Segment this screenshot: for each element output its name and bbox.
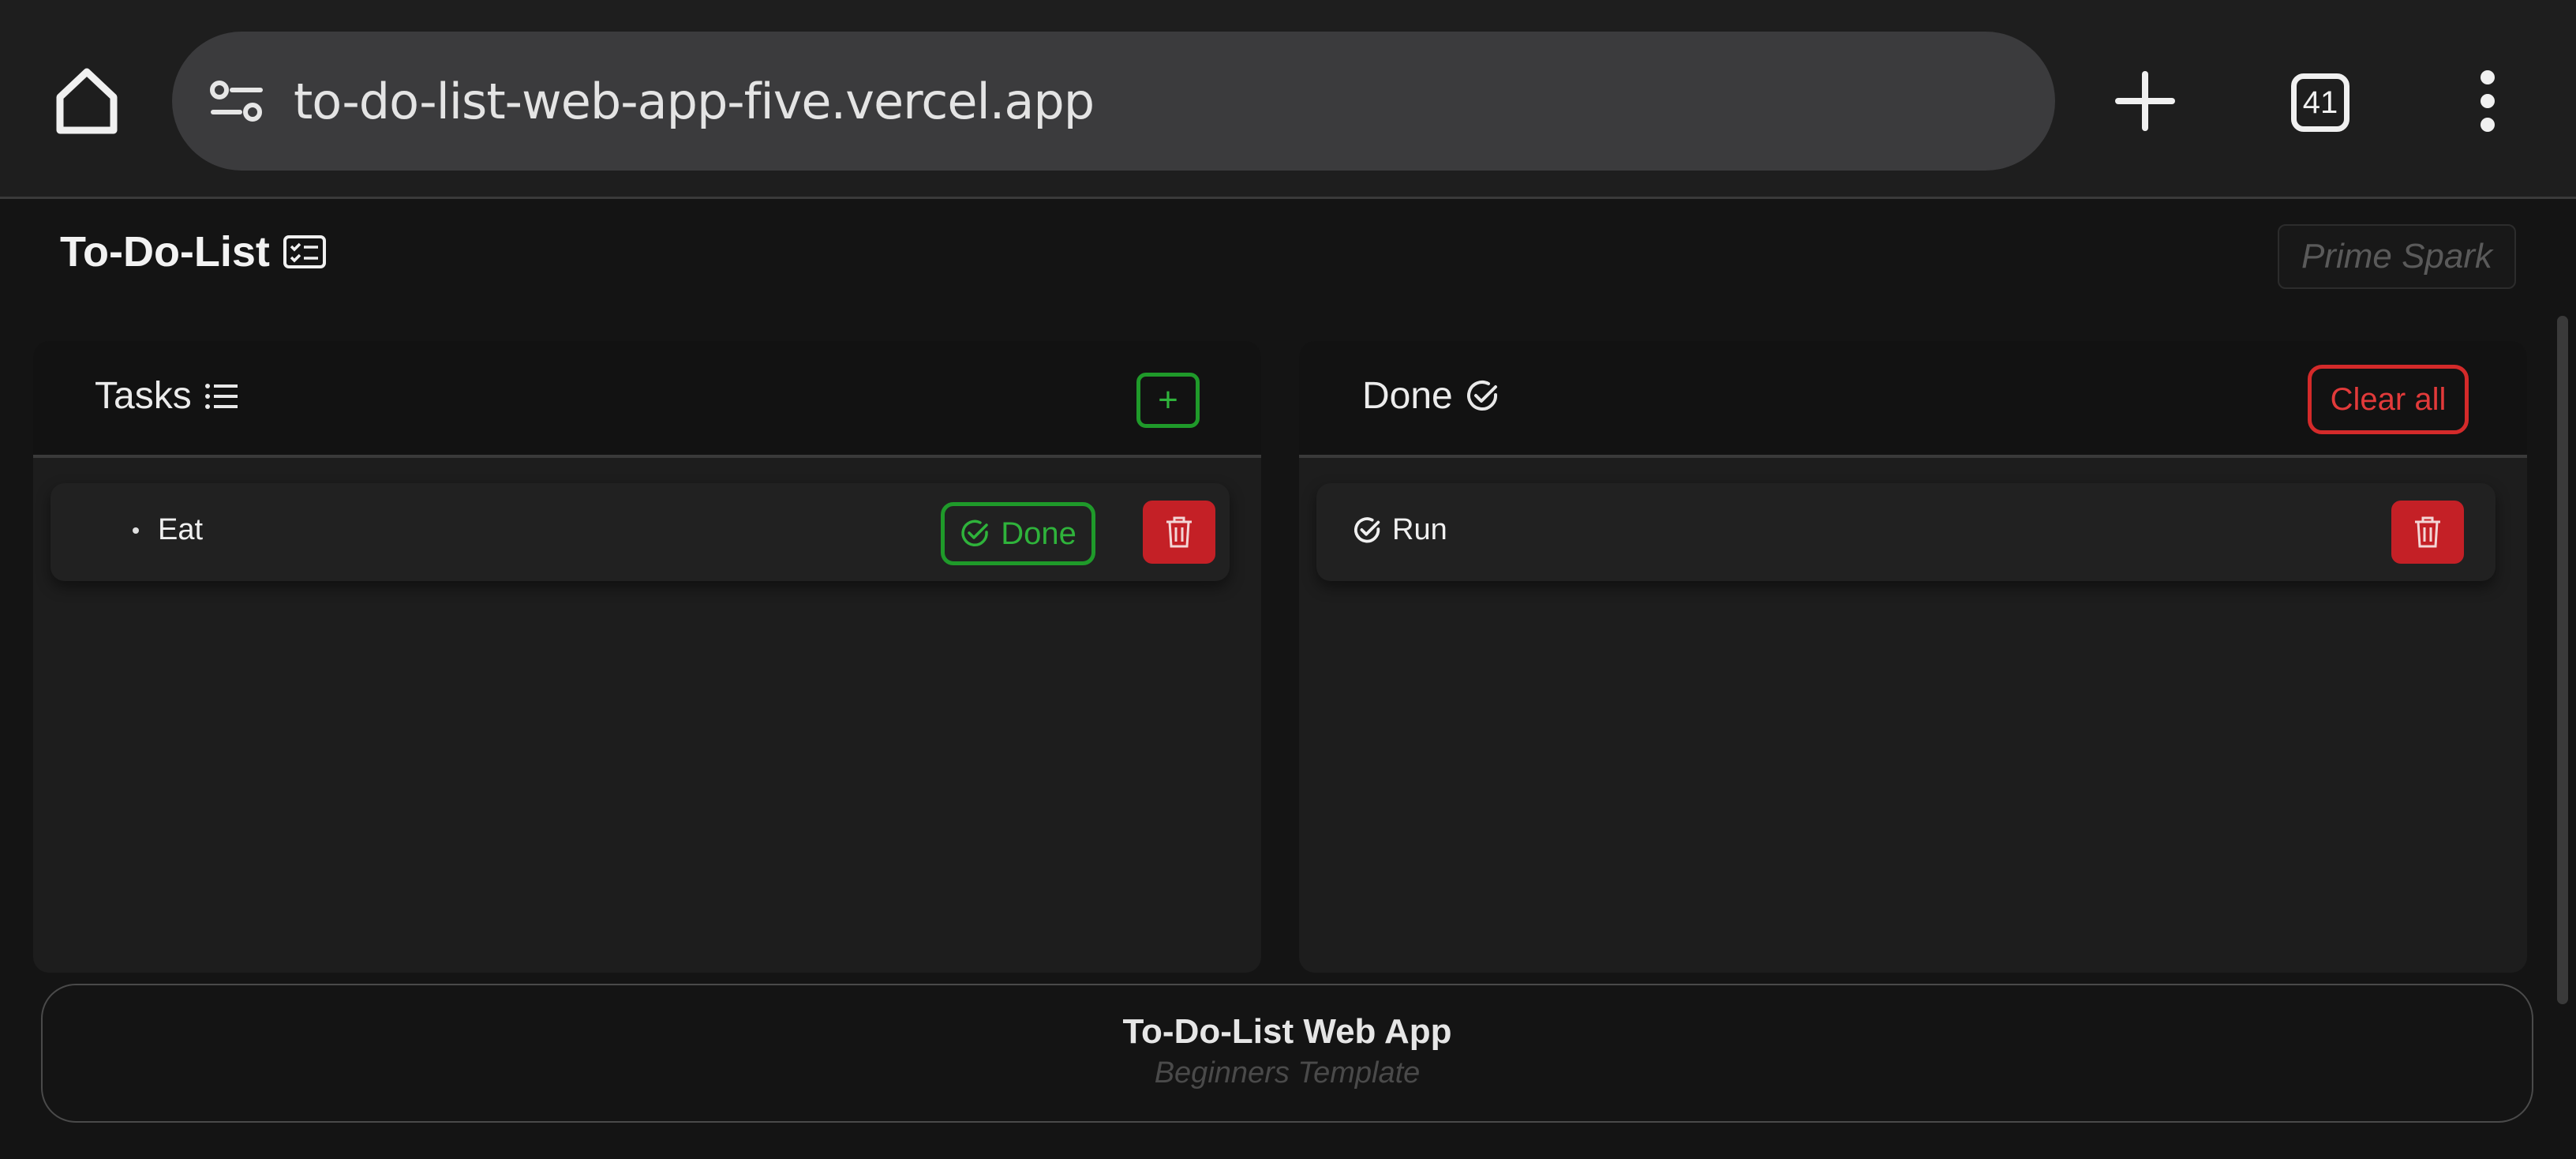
list-card-icon (283, 228, 330, 276)
list-icon (204, 377, 242, 415)
clear-all-button[interactable]: Clear all (2308, 365, 2469, 434)
plus-icon (2115, 71, 2175, 131)
trash-icon (1166, 516, 1192, 548)
done-item: Run (1316, 483, 2496, 581)
footer-subtitle: Beginners Template (1154, 1056, 1421, 1090)
mark-done-label: Done (1001, 516, 1076, 551)
page-scrollbar[interactable] (2557, 316, 2568, 1004)
delete-done-button[interactable] (2391, 501, 2464, 564)
check-circle-icon (960, 518, 991, 549)
done-item-label: Run (1392, 513, 1447, 546)
home-icon (56, 68, 118, 134)
done-panel-header: Done Clear all (1299, 341, 2527, 458)
page-header: To-Do-List (60, 227, 330, 276)
brand-button[interactable]: Prime Spark (2278, 224, 2516, 289)
tasks-panel-header: Tasks + (33, 341, 1261, 458)
check-circle-icon (1354, 516, 1380, 542)
done-item-label-wrap: Run (1353, 513, 1447, 547)
bullet-icon (133, 527, 139, 534)
new-tab-button[interactable] (2099, 55, 2191, 147)
trash-icon (2415, 516, 2440, 548)
done-title: Done (1362, 374, 1503, 418)
tab-switcher-button[interactable]: 41 (2275, 57, 2366, 148)
browser-toolbar: to-do-list-web-app-five.vercel.app 41 (0, 0, 2576, 199)
tasks-title: Tasks (95, 374, 242, 418)
add-task-button[interactable]: + (1136, 373, 1200, 428)
site-settings-button[interactable] (197, 62, 276, 141)
tab-switcher-icon: 41 (2291, 73, 2349, 132)
page-title: To-Do-List (60, 228, 270, 276)
task-item-label-wrap: Eat (133, 513, 203, 547)
mark-done-button[interactable]: Done (941, 502, 1095, 565)
tab-count: 41 (2302, 84, 2338, 120)
home-button[interactable] (41, 52, 133, 150)
tasks-panel: Tasks + Eat Done (33, 341, 1261, 973)
footer-title: To-Do-List Web App (1122, 1012, 1452, 1051)
address-bar[interactable]: to-do-list-web-app-five.vercel.app (172, 32, 2055, 171)
task-item: Eat Done (51, 483, 1230, 581)
more-vert-icon (2481, 70, 2495, 132)
site-settings-icon (210, 81, 263, 122)
done-panel: Done Clear all Run (1299, 341, 2527, 973)
footer: To-Do-List Web App Beginners Template (41, 984, 2533, 1123)
browser-menu-button[interactable] (2442, 55, 2533, 147)
delete-task-button[interactable] (1143, 501, 1215, 564)
url-text[interactable]: to-do-list-web-app-five.vercel.app (294, 73, 1095, 130)
check-circle-icon (1466, 377, 1503, 415)
tasks-title-label: Tasks (95, 375, 192, 417)
task-item-label: Eat (158, 513, 204, 546)
done-title-label: Done (1362, 375, 1453, 417)
